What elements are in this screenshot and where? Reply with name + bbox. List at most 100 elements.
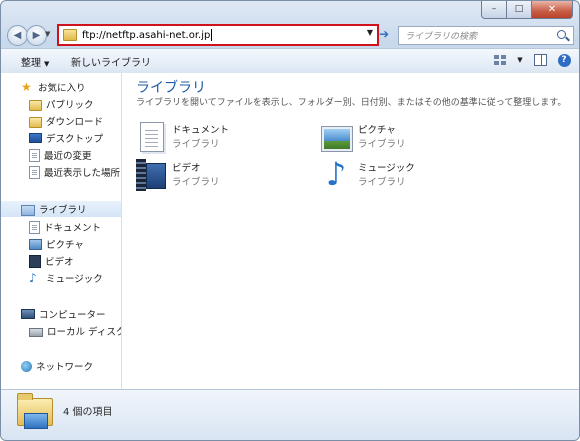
library-type: ライブラリ [358, 177, 406, 188]
view-options-dropdown[interactable]: ▼ [517, 53, 523, 67]
library-type: ライブラリ [358, 139, 406, 150]
recent-pages-dropdown[interactable]: ▼ [45, 30, 50, 38]
library-name: ピクチャ [358, 125, 396, 136]
desktop-icon [29, 133, 42, 143]
library-type: ライブラリ [172, 177, 220, 188]
organize-menu[interactable]: 整理 ▼ [21, 54, 49, 69]
hard-drive-icon [29, 328, 43, 337]
libraries-icon [21, 204, 35, 216]
sidebar-item-desktop[interactable]: デスクトップ [1, 130, 121, 146]
library-tile-pictures[interactable]: ピクチャ ライブラリ [320, 119, 480, 159]
pictures-library-icon [321, 126, 353, 152]
address-dropdown-icon[interactable]: ▼ [367, 28, 373, 37]
sidebar-item-documents[interactable]: ドキュメント [1, 219, 121, 235]
documents-icon [29, 220, 40, 234]
minimize-button[interactable]: – [481, 1, 507, 19]
help-icon: ? [557, 53, 571, 67]
change-view-button[interactable] [493, 53, 507, 67]
sidebar-item-pictures[interactable]: ピクチャ [1, 236, 121, 252]
navigation-bar: ◀ ▶ ▼ ftp://netftp.asahi-net.or.jp ▼ ➔ ラ… [1, 23, 579, 47]
organize-label: 整理 [21, 58, 41, 69]
sidebar-item-label: ダウンロード [46, 117, 104, 128]
address-bar[interactable]: ftp://netftp.asahi-net.or.jp ▼ [57, 24, 379, 46]
videos-library-icon [136, 159, 146, 191]
help-button[interactable]: ? [557, 53, 571, 67]
page-title: ライブラリ [136, 80, 206, 96]
sidebar-item-label: ドキュメント [44, 223, 102, 234]
close-button[interactable]: ✕ [532, 1, 573, 19]
search-input[interactable]: ライブラリの検索 [405, 29, 557, 42]
recent-changes-icon [29, 148, 40, 162]
sidebar-favorites[interactable]: ★ お気に入り [1, 79, 121, 95]
pictures-icon [29, 238, 42, 250]
sidebar-network[interactable]: ネットワーク [1, 358, 121, 374]
documents-library-icon [140, 122, 164, 152]
forward-arrow-icon: ▶ [32, 30, 41, 41]
download-folder-icon [29, 116, 42, 128]
sidebar-item-label: ネットワーク [36, 362, 94, 373]
preview-pane-button[interactable] [533, 53, 547, 67]
sidebar-item-label: ローカル ディスク ( [47, 327, 122, 338]
sidebar-item-label: デスクトップ [46, 134, 104, 145]
sidebar-item-label: コンピューター [39, 310, 106, 321]
videos-icon [29, 254, 41, 268]
sidebar-item-local-disk[interactable]: ローカル ディスク ( [1, 323, 121, 339]
sidebar-libraries[interactable]: ライブラリ [1, 201, 121, 217]
folder-icon [29, 99, 42, 111]
details-pane: 4 個の項目 [1, 389, 579, 440]
search-icon[interactable] [557, 29, 569, 42]
navigation-pane: ★ お気に入り パブリック ダウンロード デスクトップ 最近の変更 最近表示した場… [1, 73, 122, 389]
sidebar-item-downloads[interactable]: ダウンロード [1, 113, 121, 129]
explorer-window: – □ ✕ ◀ ▶ ▼ ftp://netftp.asahi-net.or.jp… [0, 0, 580, 441]
page-description: ライブラリを開いてファイルを表示し、フォルダー別、日付別、またはその他の基準に従… [136, 98, 567, 108]
address-input[interactable]: ftp://netftp.asahi-net.or.jp [82, 30, 210, 41]
sidebar-item-label: ビデオ [45, 257, 74, 268]
maximize-icon: □ [514, 4, 524, 14]
network-icon [21, 360, 32, 372]
library-tile-music[interactable]: ♪ ミュージック ライブラリ [320, 157, 480, 197]
go-arrow-icon[interactable]: ➔ [379, 27, 393, 41]
new-library-button[interactable]: 新しいライブラリ [71, 54, 151, 69]
library-name: ドキュメント [172, 125, 230, 136]
library-type: ライブラリ [172, 139, 220, 150]
chevron-down-icon: ▼ [44, 60, 50, 68]
maximize-button[interactable]: □ [507, 1, 532, 19]
close-icon: ✕ [547, 3, 557, 15]
recent-places-icon [29, 165, 40, 179]
sidebar-item-public[interactable]: パブリック [1, 96, 121, 112]
music-library-icon: ♪ [325, 155, 347, 193]
library-name: ミュージック [358, 163, 415, 174]
star-icon: ★ [21, 80, 32, 94]
caption-buttons: – □ ✕ [481, 1, 573, 19]
preview-pane-icon [533, 54, 547, 66]
library-name: ビデオ [172, 163, 201, 174]
content-pane: ライブラリ ライブラリを開いてファイルを表示し、フォルダー別、日付別、またはその… [122, 73, 579, 389]
command-bar: 整理 ▼ 新しいライブラリ ▼ ? [1, 48, 579, 74]
video-frame-icon [146, 163, 166, 189]
sidebar-item-videos[interactable]: ビデオ [1, 253, 121, 269]
sidebar-item-label: ピクチャ [46, 240, 84, 251]
item-count: 4 個の項目 [63, 407, 113, 418]
back-arrow-icon: ◀ [13, 30, 22, 41]
sidebar-item-label: 最近の変更 [44, 151, 92, 162]
library-tile-documents[interactable]: ドキュメント ライブラリ [134, 119, 294, 159]
sidebar-item-label: パブリック [46, 100, 94, 111]
folder-icon [63, 29, 77, 41]
forward-button[interactable]: ▶ [26, 25, 47, 46]
view-grid-icon [494, 55, 506, 65]
computer-icon [21, 309, 35, 319]
library-tile-videos[interactable]: ビデオ ライブラリ [134, 157, 294, 197]
sidebar-item-label: 最近表示した場所 [44, 168, 121, 179]
sidebar-item-recent-places[interactable]: 最近表示した場所 [1, 164, 121, 180]
sidebar-item-label: ミュージック [46, 274, 103, 285]
text-caret [211, 29, 213, 41]
sidebar-item-label: ライブラリ [39, 205, 87, 216]
search-box[interactable]: ライブラリの検索 [398, 26, 574, 45]
sidebar-item-recent-changes[interactable]: 最近の変更 [1, 147, 121, 163]
libraries-folder-icon [17, 393, 53, 429]
sidebar-item-label: お気に入り [38, 83, 86, 94]
main-area: ★ お気に入り パブリック ダウンロード デスクトップ 最近の変更 最近表示した場… [1, 73, 579, 389]
sidebar-item-music[interactable]: ♪ ミュージック [1, 270, 121, 286]
back-button[interactable]: ◀ [7, 25, 28, 46]
sidebar-computer[interactable]: コンピューター [1, 306, 121, 322]
